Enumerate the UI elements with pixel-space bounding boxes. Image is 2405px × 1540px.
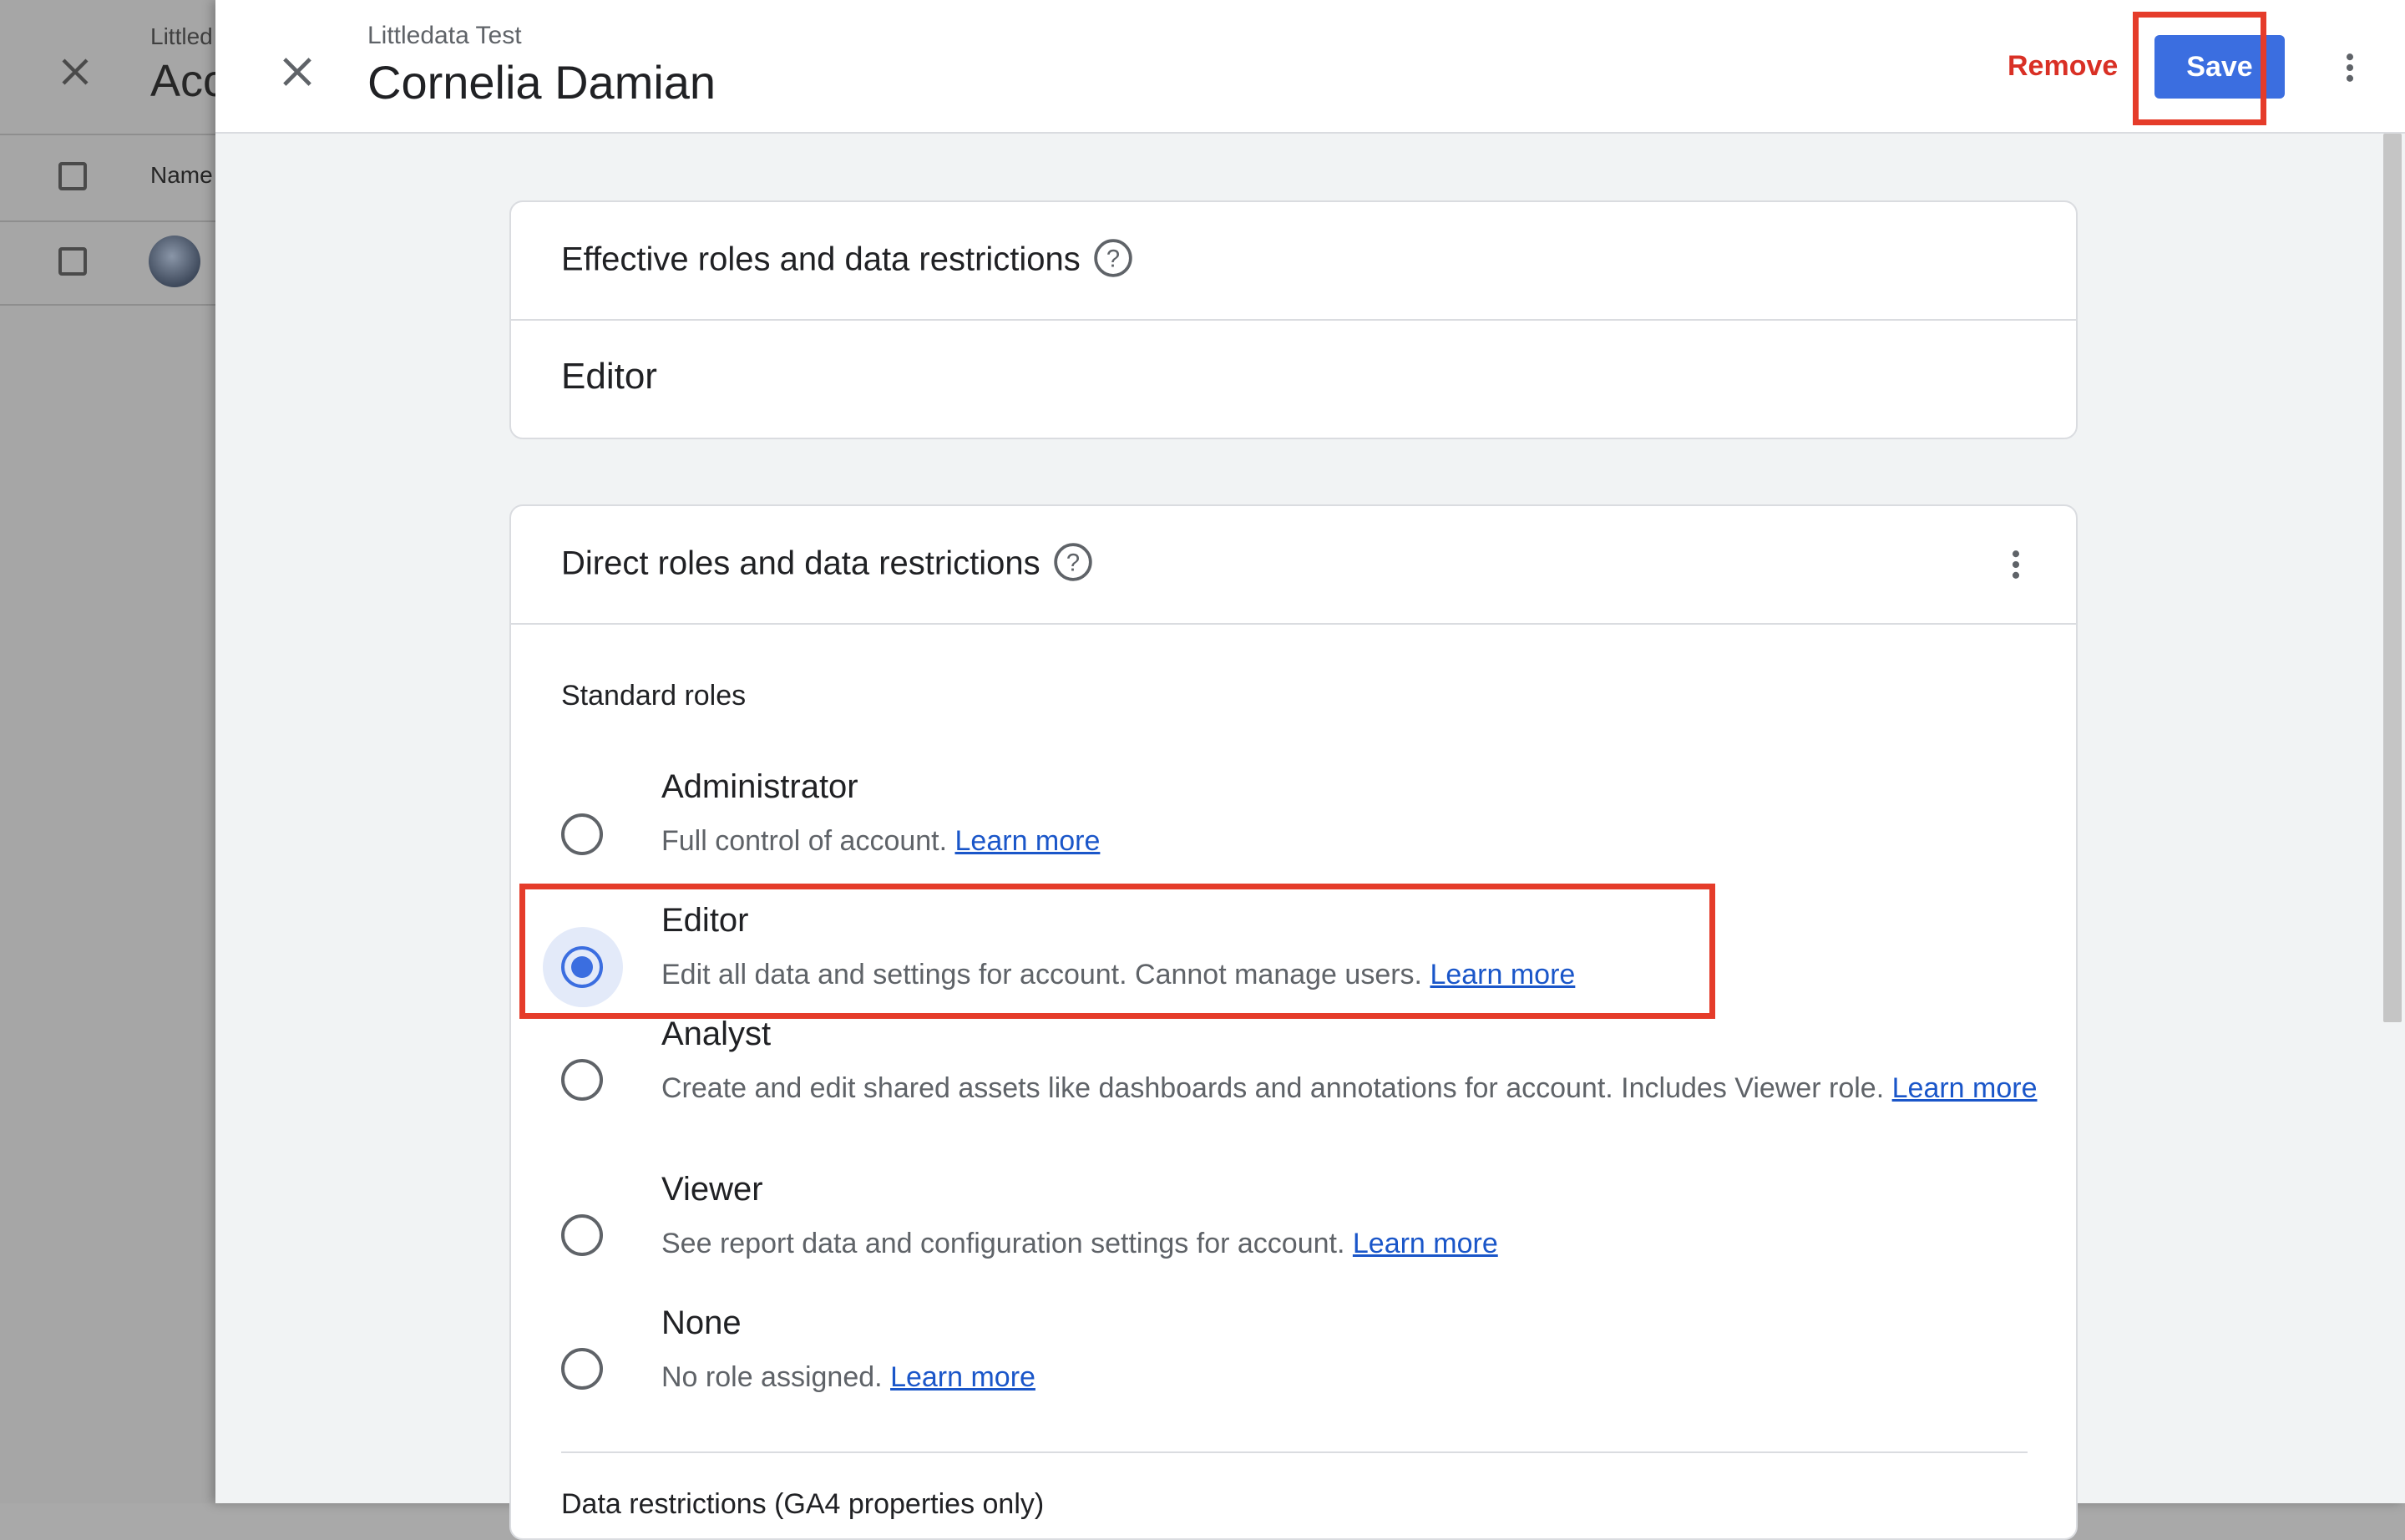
- radio-icon[interactable]: [561, 813, 603, 855]
- drawer-header: Littledata Test Cornelia Damian Remove S…: [215, 0, 2405, 134]
- role-name: None: [661, 1304, 742, 1341]
- learn-more-link[interactable]: Learn more: [1353, 1228, 1498, 1259]
- avatar: [149, 236, 200, 287]
- divider: [561, 1451, 2028, 1453]
- direct-roles-card: Direct roles and data restrictions? Stan…: [509, 504, 2078, 1540]
- role-description-text: Full control of account.: [661, 825, 948, 857]
- radio-icon[interactable]: [561, 1214, 603, 1256]
- data-restrictions-label: Data restrictions (GA4 properties only): [561, 1488, 1045, 1520]
- radio-icon[interactable]: [561, 1348, 603, 1390]
- help-icon[interactable]: ?: [1092, 237, 1134, 279]
- user-details-drawer: Littledata Test Cornelia Damian Remove S…: [215, 0, 2405, 1540]
- card-header: Direct roles and data restrictions?: [511, 506, 2076, 625]
- role-description: Full control of account. Learn more: [661, 820, 2048, 862]
- role-description-text: No role assigned.: [661, 1361, 883, 1393]
- close-icon[interactable]: [274, 48, 321, 95]
- role-option-viewer[interactable]: Viewer See report data and configuration…: [511, 1159, 2076, 1268]
- direct-roles-title: Direct roles and data restrictions: [561, 545, 1040, 582]
- section-label: Standard roles: [561, 680, 747, 712]
- svg-text:?: ?: [1106, 246, 1120, 272]
- background-column-name: Name: [150, 162, 213, 188]
- learn-more-link[interactable]: Learn more: [1892, 1072, 2038, 1104]
- role-description: Edit all data and settings for account. …: [661, 954, 2048, 995]
- role-option-none[interactable]: None No role assigned. Learn more: [511, 1293, 2076, 1401]
- scrollbar[interactable]: [2383, 134, 2402, 1022]
- effective-roles-title: Effective roles and data restrictions: [561, 241, 1081, 278]
- effective-role-value: Editor: [561, 356, 657, 397]
- svg-text:?: ?: [1066, 550, 1079, 576]
- more-vert-icon[interactable]: [1997, 543, 2034, 586]
- learn-more-link[interactable]: Learn more: [955, 825, 1101, 857]
- card-header: Effective roles and data restrictions?: [511, 202, 2076, 321]
- radio-icon[interactable]: [561, 946, 603, 988]
- radio-icon[interactable]: [561, 1059, 603, 1101]
- row-checkbox[interactable]: [58, 247, 87, 276]
- role-description-text: Edit all data and settings for account. …: [661, 959, 1422, 990]
- account-name: Littledata Test: [367, 22, 522, 49]
- help-icon[interactable]: ?: [1052, 541, 1094, 583]
- role-option-editor[interactable]: Editor Edit all data and settings for ac…: [511, 890, 2076, 1007]
- role-description-text: Create and edit shared assets like dashb…: [661, 1072, 1885, 1104]
- role-option-administrator[interactable]: Administrator Full control of account. L…: [511, 757, 2076, 865]
- save-button[interactable]: Save: [2154, 35, 2285, 99]
- card-title: Effective roles and data restrictions?: [561, 239, 1134, 282]
- role-name: Administrator: [661, 768, 858, 805]
- learn-more-link[interactable]: Learn more: [890, 1361, 1035, 1393]
- effective-roles-card: Effective roles and data restrictions? E…: [509, 200, 2078, 439]
- role-description-text: See report data and configuration settin…: [661, 1228, 1345, 1259]
- role-option-analyst[interactable]: Analyst Create and edit shared assets li…: [511, 1004, 2076, 1146]
- close-icon[interactable]: [55, 52, 95, 92]
- select-all-checkbox[interactable]: [58, 162, 87, 190]
- more-vert-icon[interactable]: [2332, 47, 2368, 89]
- user-name-title: Cornelia Damian: [367, 56, 716, 109]
- role-name: Editor: [661, 902, 749, 939]
- role-description: See report data and configuration settin…: [661, 1223, 2048, 1264]
- card-title: Direct roles and data restrictions?: [561, 543, 1094, 586]
- role-description: No role assigned. Learn more: [661, 1356, 2048, 1398]
- role-name: Analyst: [661, 1016, 772, 1052]
- background-title: Acc: [150, 56, 226, 106]
- role-name: Viewer: [661, 1171, 763, 1208]
- background-subtitle: Littled: [150, 23, 213, 49]
- role-description: Create and edit shared assets like dashb…: [661, 1067, 2048, 1109]
- remove-button[interactable]: Remove: [2002, 40, 2123, 92]
- learn-more-link[interactable]: Learn more: [1430, 959, 1575, 990]
